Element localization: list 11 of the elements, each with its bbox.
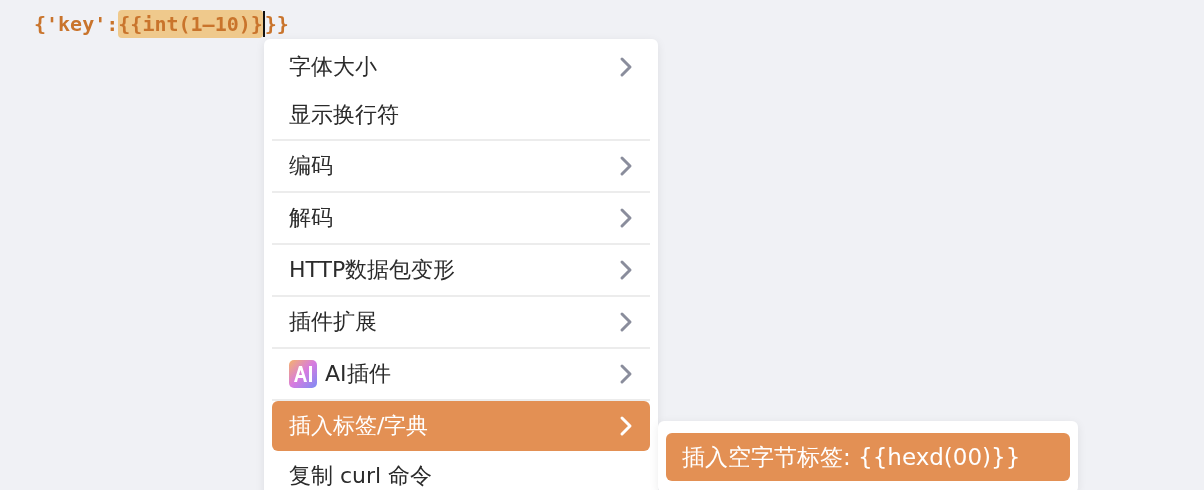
menu-item[interactable]: 显示换行符 <box>272 91 650 139</box>
code-text: }} <box>264 11 289 38</box>
selected-code-text: {{int(1–10)} <box>118 10 263 38</box>
menu-item[interactable]: AI插件 <box>272 349 650 399</box>
code-text: {'key': <box>34 11 119 38</box>
menu-item[interactable]: HTTP数据包变形 <box>272 245 650 295</box>
menu-item[interactable]: 解码 <box>272 193 650 243</box>
menu-item[interactable]: 插件扩展 <box>272 297 650 347</box>
menu-item[interactable]: 复制 curl 命令 <box>272 451 650 490</box>
menu-item[interactable]: 编码 <box>272 141 650 191</box>
menu-item[interactable]: 字体大小 <box>272 43 650 91</box>
